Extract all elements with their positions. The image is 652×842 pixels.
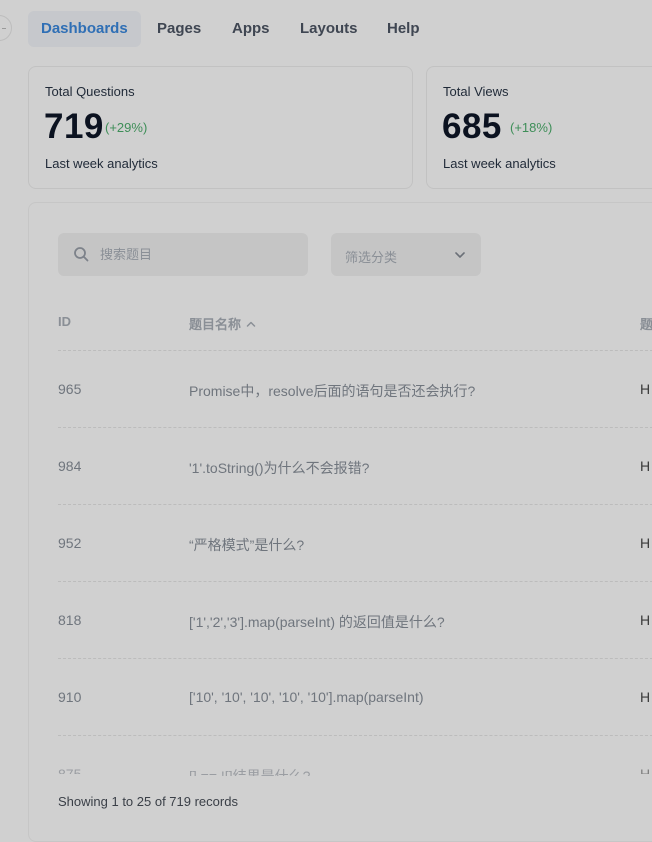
cell-id: 965 <box>58 381 82 397</box>
cell-id: 952 <box>58 535 82 551</box>
pagination-summary: Showing 1 to 25 of 719 records <box>58 794 238 809</box>
cell-id: 910 <box>58 689 82 705</box>
top-nav: Dashboards Pages Apps Layouts Help <box>0 0 652 58</box>
table-row[interactable]: 910 ['10', '10', '10', '10', '10'].map(p… <box>0 659 652 735</box>
stat-change: (+18%) <box>510 120 553 135</box>
search-input[interactable] <box>98 233 298 276</box>
table-row[interactable]: 952 “严格模式”是什么? H <box>0 505 652 581</box>
cell-category: H <box>640 458 651 474</box>
table-row[interactable]: 965 Promise中，resolve后面的语句是否还会执行? H <box>0 351 652 427</box>
tab-apps[interactable]: Apps <box>219 11 283 47</box>
cell-category: H <box>640 612 651 628</box>
stat-value: 719 <box>44 107 104 146</box>
stat-subtitle: Last week analytics <box>45 156 158 171</box>
cell-id: 984 <box>58 458 82 474</box>
stat-card-total-views: Total Views 685 (+18%) Last week analyti… <box>426 66 652 189</box>
stat-title: Total Questions <box>45 84 135 99</box>
cell-title[interactable]: ['10', '10', '10', '10', '10'].map(parse… <box>189 689 424 705</box>
stat-title: Total Views <box>443 84 509 99</box>
sort-ascending-icon[interactable] <box>246 319 256 329</box>
category-filter-label: 筛选分类 <box>345 250 398 265</box>
table-row[interactable]: 818 ['1','2','3'].map(parseInt) 的返回值是什么?… <box>0 582 652 658</box>
stat-card-total-questions: Total Questions 719 (+29%) Last week ana… <box>28 66 413 189</box>
column-header-id[interactable]: ID <box>58 314 71 329</box>
cell-category: H <box>640 381 651 397</box>
cell-title[interactable]: '1'.toString()为什么不会报错? <box>189 458 369 478</box>
table-row[interactable]: 875 [] == ![]结果是什么? H <box>0 736 652 776</box>
back-button[interactable] <box>0 15 12 41</box>
tab-layouts[interactable]: Layouts <box>287 11 371 47</box>
cell-title[interactable]: ['1','2','3'].map(parseInt) 的返回值是什么? <box>189 612 445 632</box>
cell-id: 818 <box>58 612 82 628</box>
stat-value: 685 <box>442 107 502 146</box>
column-header-title-label: 题目名称 <box>189 317 242 332</box>
cell-title[interactable]: “严格模式”是什么? <box>189 535 304 555</box>
column-header-category[interactable]: 题 <box>640 314 652 333</box>
stat-change: (+29%) <box>105 120 148 135</box>
stat-subtitle: Last week analytics <box>443 156 556 171</box>
search-icon <box>74 247 89 262</box>
category-filter-select[interactable]: 筛选分类 <box>331 233 481 276</box>
cell-category: H <box>640 535 651 551</box>
cell-title[interactable]: Promise中，resolve后面的语句是否还会执行? <box>189 381 475 401</box>
cell-category: H <box>640 689 651 705</box>
search-box[interactable] <box>58 233 308 276</box>
tab-dashboards[interactable]: Dashboards <box>28 11 141 47</box>
tab-help[interactable]: Help <box>374 11 433 47</box>
column-header-title[interactable]: 题目名称 <box>189 314 256 333</box>
chevron-down-icon <box>455 252 465 258</box>
table-row[interactable]: 984 '1'.toString()为什么不会报错? H <box>0 428 652 504</box>
tab-pages[interactable]: Pages <box>144 11 214 47</box>
